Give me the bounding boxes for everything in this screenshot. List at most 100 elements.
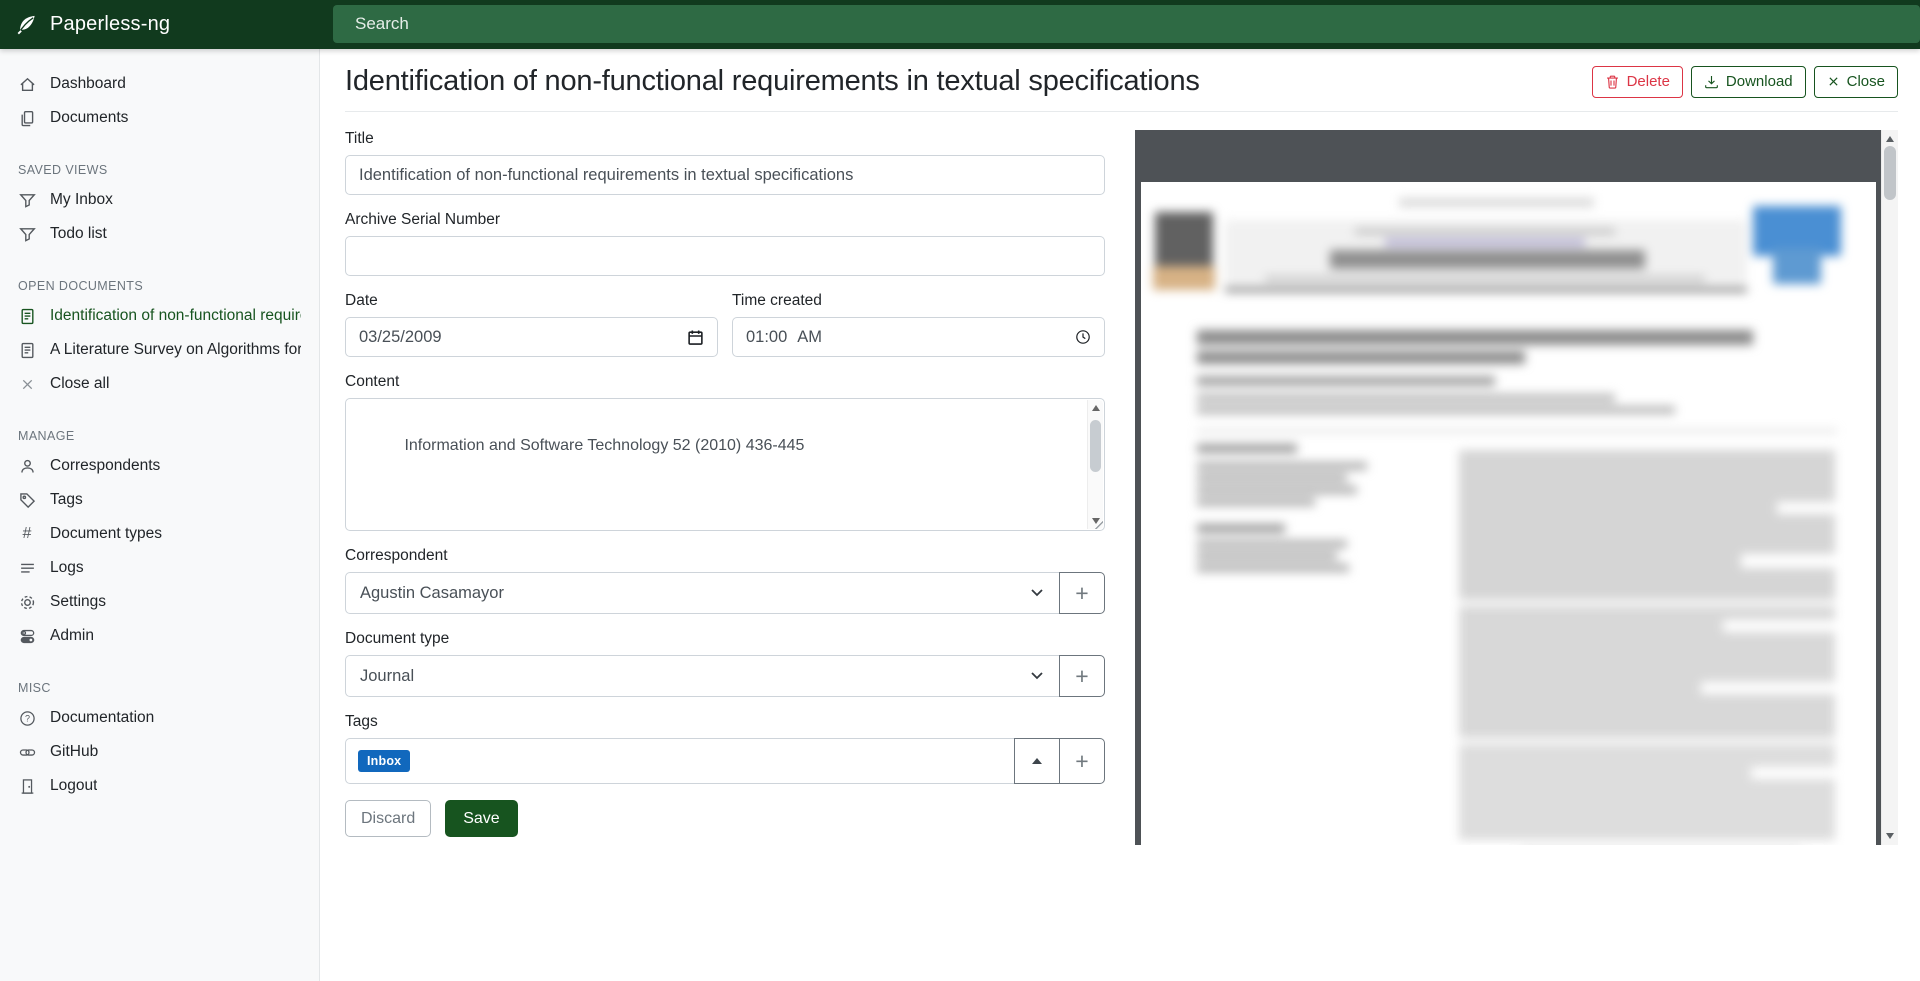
content-textarea[interactable]: Information and Software Technology 52 (… [345,398,1105,531]
sidebar-item-close-all[interactable]: Close all [0,367,319,401]
tags-input[interactable]: Inbox [345,738,1015,784]
document-actions: Delete Download Close [1592,66,1898,98]
sidebar-section-open-documents: OPEN DOCUMENTS Identification of non-fun… [0,273,319,401]
close-button[interactable]: Close [1814,66,1898,98]
sidebar-item-logs[interactable]: Logs [0,551,319,585]
title-input[interactable] [345,155,1105,195]
section-title: OPEN DOCUMENTS [0,273,319,299]
sidebar-item-settings[interactable]: Settings [0,585,319,619]
sidebar-open-doc-1[interactable]: Identification of non-functional require… [0,299,319,333]
time-label: Time created [732,292,1105,310]
chevron-down-icon [1031,672,1043,680]
sidebar-item-documents[interactable]: Documents [0,101,319,135]
sidebar-item-documentation[interactable]: ? Documentation [0,701,319,735]
page-title: Identification of non-functional require… [345,65,1200,98]
date-label: Date [345,292,718,310]
search-input[interactable] [333,5,1920,43]
content-label: Content [345,373,1105,391]
toggles-icon [18,627,36,645]
asn-label: Archive Serial Number [345,211,1105,229]
download-button[interactable]: Download [1691,66,1806,98]
trash-icon [1605,74,1620,90]
document-type-label: Document type [345,630,1105,648]
tags-label: Tags [345,713,1105,731]
list-icon [18,559,36,577]
section-title: MANAGE [0,423,319,449]
add-tag-button[interactable]: + [1059,738,1105,784]
chevron-down-icon [1031,589,1043,597]
title-label: Title [345,130,1105,148]
abstract-text-block [1459,450,1835,600]
scrollbar-thumb[interactable] [1090,420,1101,472]
tags-dropdown-toggle-button[interactable] [1014,738,1060,784]
filter-icon [18,225,36,243]
pdf-preview-panel [1135,130,1898,845]
scroll-up-arrow-icon[interactable] [1092,405,1100,411]
correspondent-label: Correspondent [345,547,1105,565]
question-circle-icon: ? [18,709,36,727]
journal-banner [1225,220,1747,290]
sidebar-item-github[interactable]: GitHub [0,735,319,769]
tag-badge-inbox[interactable]: Inbox [358,750,410,772]
sidebar-section-saved-views: SAVED VIEWS My Inbox Todo list [0,157,319,251]
sidebar-item-correspondents[interactable]: Correspondents [0,449,319,483]
leaf-logo-icon [15,13,38,36]
clock-icon[interactable] [1075,329,1091,345]
file-text-icon [18,341,36,359]
header-divider [345,111,1898,112]
sidebar-item-logout[interactable]: Logout [0,769,319,803]
person-icon [18,457,36,475]
brand-name: Paperless-ng [50,13,170,36]
save-button[interactable]: Save [445,800,517,837]
publisher-logo [1155,212,1213,272]
time-field-group: Time created 01:00 AM [732,292,1105,357]
asn-input[interactable] [345,236,1105,276]
documents-icon [18,109,36,127]
correspondent-select[interactable]: Agustin Casamayor [345,572,1060,614]
filter-icon [18,191,36,209]
scroll-up-arrow-icon[interactable] [1886,136,1894,142]
file-text-icon [18,307,36,325]
sidebar-item-admin[interactable]: Admin [0,619,319,653]
sidebar-open-doc-2[interactable]: A Literature Survey on Algorithms for Mu… [0,333,319,367]
sidebar-item-my-inbox[interactable]: My Inbox [0,183,319,217]
discard-button[interactable]: Discard [345,800,431,837]
scrollbar-thumb[interactable] [1884,146,1896,200]
pdf-viewer[interactable] [1135,130,1881,845]
date-input[interactable]: 03/25/2009 [345,317,718,357]
caret-up-icon [1032,758,1042,764]
delete-button[interactable]: Delete [1592,66,1683,98]
page-header: Identification of non-functional require… [345,65,1898,98]
document-type-field-group: Document type Journal + [345,630,1105,697]
sidebar-section-manage: MANAGE Correspondents Tags # Document ty… [0,423,319,653]
app-brand[interactable]: Paperless-ng [0,0,320,49]
download-icon [1704,74,1719,90]
gear-icon [18,593,36,611]
sidebar-section-misc: MISC ? Documentation GitHub Logout [0,675,319,803]
link-icon [18,743,36,761]
date-field-group: Date 03/25/2009 [345,292,718,357]
preview-scrollbar[interactable] [1881,130,1898,845]
sidebar-item-dashboard[interactable]: Dashboard [0,67,319,101]
scroll-down-arrow-icon[interactable] [1886,833,1894,839]
tag-icon [18,491,36,509]
time-input[interactable]: 01:00 AM [732,317,1105,357]
sidebar-item-document-types[interactable]: # Document types [0,517,319,551]
add-correspondent-button[interactable]: + [1059,572,1105,614]
correspondent-field-group: Correspondent Agustin Casamayor + [345,547,1105,614]
section-title: SAVED VIEWS [0,157,319,183]
textarea-scrollbar[interactable] [1087,400,1103,529]
sidebar-item-todo-list[interactable]: Todo list [0,217,319,251]
x-icon [18,375,36,393]
section-title: MISC [0,675,319,701]
calendar-icon[interactable] [687,329,704,346]
door-icon [18,777,36,795]
add-document-type-button[interactable]: + [1059,655,1105,697]
pdf-preview-page [1141,182,1876,845]
x-icon [1827,75,1840,88]
top-navbar: Paperless-ng [0,0,1920,49]
document-type-select[interactable]: Journal [345,655,1060,697]
blurred-document-content [1141,182,1876,845]
sidebar-item-tags[interactable]: Tags [0,483,319,517]
asn-field-group: Archive Serial Number [345,211,1105,276]
